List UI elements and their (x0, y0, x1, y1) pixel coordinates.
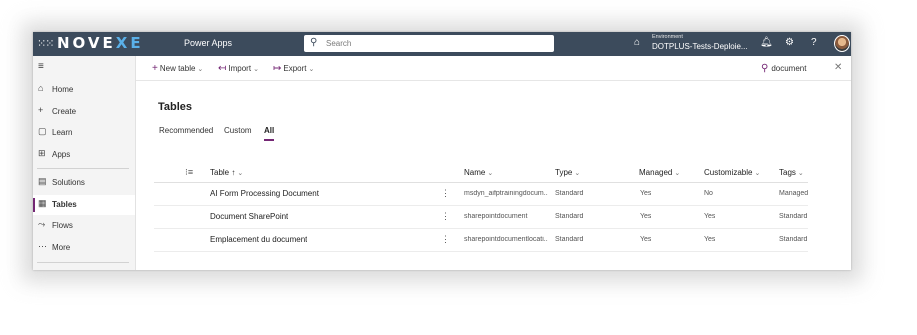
chevron-down-icon: ⌄ (253, 66, 259, 73)
sidebar-item-label: More (52, 243, 71, 252)
command-bar: + New table ⌄ ↤ Import ⌄ ↦ Export ⌄ (136, 56, 851, 81)
logical-name: msdyn_aifptrainingdocum... (464, 190, 548, 197)
bell-icon[interactable]: 🔔︎ (760, 37, 773, 48)
environment-selector[interactable]: DOTPLUS-Tests-Deploie... (652, 42, 748, 51)
import-icon: ↤ (218, 63, 227, 74)
chevron-down-icon: ⌄ (674, 170, 681, 177)
type-cell: Standard (555, 190, 584, 197)
chevron-down-icon: ⌄ (237, 170, 244, 177)
chevron-down-icon: ⌄ (754, 170, 761, 177)
plus-icon: + (38, 105, 44, 115)
search-icon: ⚲ (310, 37, 318, 48)
list-view-icon[interactable]: ⁝≡ (185, 167, 193, 178)
sidebar-item-label: Home (52, 85, 74, 94)
help-icon[interactable]: ? (811, 37, 817, 48)
tab-recommended[interactable]: Recommended (159, 126, 213, 135)
sidebar-item-label: Create (52, 107, 77, 116)
hamburger-icon[interactable]: ≡ (38, 61, 44, 72)
environment-icon: ⌂ (634, 37, 641, 48)
sidebar-item-solutions[interactable]: ▤ Solutions (33, 173, 135, 193)
type-cell: Standard (555, 213, 584, 220)
column-header-tags[interactable]: Tags ⌄ (779, 168, 804, 177)
app-name[interactable]: Power Apps (184, 38, 232, 48)
more-options-icon[interactable]: ⋮ (441, 211, 450, 222)
more-options-icon[interactable]: ⋮ (441, 234, 450, 245)
tags-cell: Managed (779, 190, 809, 197)
close-icon[interactable]: ✕ (834, 62, 842, 73)
sidebar-item-label: Learn (52, 128, 73, 137)
sidebar-divider (37, 262, 129, 263)
tags-cell: Standard (779, 236, 808, 243)
sidebar-item-more[interactable]: ⋯ More (33, 238, 135, 258)
waffle-icon[interactable]: ⁙⁙ (37, 37, 54, 50)
table-row[interactable]: Emplacement du document ⋮ sharepointdocu… (154, 229, 808, 252)
chevron-down-icon: ⌄ (797, 170, 804, 177)
main-content: Tables Recommended Custom All ⁝≡ Table ↑… (136, 81, 851, 270)
type-cell: Standard (555, 236, 584, 243)
flow-icon: ⤳ (38, 219, 46, 229)
sidebar: ≡ ⌂ Home + Create ▢ Learn ⊞ Apps ▤ Solut… (33, 56, 136, 270)
column-header-customizable[interactable]: Customizable ⌄ (704, 168, 760, 177)
home-icon: ⌂ (38, 83, 44, 93)
more-options-icon[interactable]: ⋮ (441, 188, 450, 199)
logical-name: sharepointdocument (464, 213, 528, 220)
table-search-field[interactable]: ⚲ document (761, 63, 806, 74)
page-title: Tables (158, 101, 193, 113)
table-name[interactable]: Document SharePoint (210, 212, 288, 221)
table-row[interactable]: Document SharePoint ⋮ sharepointdocument… (154, 206, 808, 229)
chevron-down-icon: ⌄ (197, 66, 204, 73)
sidebar-item-tables[interactable]: ▦ Tables (33, 195, 135, 215)
chevron-down-icon: ⌄ (487, 170, 494, 177)
column-header-name[interactable]: Name ⌄ (464, 168, 493, 177)
table-icon: ▦ (38, 198, 47, 208)
tab-all[interactable]: All (264, 126, 275, 141)
customizable-cell: Yes (704, 236, 716, 243)
sidebar-item-learn[interactable]: ▢ Learn (33, 123, 135, 143)
sidebar-item-label: Apps (52, 150, 71, 159)
column-header-type[interactable]: Type ⌄ (555, 168, 580, 177)
logo: NOVEXE (57, 34, 144, 52)
sidebar-item-label: Flows (52, 221, 73, 230)
tab-custom[interactable]: Custom (224, 126, 252, 135)
column-header-managed[interactable]: Managed ⌄ (639, 168, 680, 177)
search-input[interactable]: Search (326, 39, 351, 48)
sidebar-item-label: Tables (52, 200, 77, 209)
tags-cell: Standard (779, 213, 808, 220)
new-table-button[interactable]: + New table ⌄ (152, 63, 203, 74)
book-icon: ▢ (38, 126, 47, 136)
sidebar-divider (37, 168, 129, 169)
solutions-icon: ▤ (38, 176, 47, 186)
sidebar-item-create[interactable]: + Create (33, 102, 135, 122)
environment-label: Environment (652, 34, 683, 40)
managed-cell: Yes (640, 213, 652, 220)
customizable-cell: No (704, 190, 713, 197)
app-window: ⁙⁙ NOVEXE Power Apps ⚲ Search ⌂ Environm… (33, 32, 851, 270)
chevron-down-icon: ⌄ (574, 170, 581, 177)
export-button[interactable]: ↦ Export ⌄ (273, 63, 314, 74)
avatar[interactable] (834, 35, 850, 52)
managed-cell: Yes (640, 190, 652, 197)
column-header-table[interactable]: Table ↑ ⌄ (210, 168, 243, 177)
import-button[interactable]: ↤ Import ⌄ (218, 63, 259, 74)
customizable-cell: Yes (704, 213, 716, 220)
sidebar-item-apps[interactable]: ⊞ Apps (33, 145, 135, 165)
table-search-value[interactable]: document (771, 64, 806, 73)
top-bar: ⁙⁙ NOVEXE Power Apps ⚲ Search ⌂ Environm… (33, 32, 851, 56)
apps-icon: ⊞ (38, 148, 46, 158)
search-icon: ⚲ (761, 63, 769, 74)
managed-cell: Yes (640, 236, 652, 243)
chevron-down-icon: ⌄ (308, 66, 315, 73)
sidebar-item-flows[interactable]: ⤳ Flows (33, 216, 135, 236)
more-icon: ⋯ (38, 241, 47, 251)
logical-name: sharepointdocumentlocati... (464, 236, 548, 243)
export-icon: ↦ (273, 63, 282, 74)
search-box[interactable]: ⚲ Search (304, 35, 554, 52)
table-name[interactable]: Emplacement du document (210, 235, 307, 244)
sidebar-item-label: Solutions (52, 178, 85, 187)
table-row[interactable]: AI Form Processing Document ⋮ msdyn_aifp… (154, 183, 808, 206)
table-name[interactable]: AI Form Processing Document (210, 189, 319, 198)
plus-icon: + (152, 63, 158, 74)
gear-icon[interactable]: ⚙ (785, 37, 794, 48)
sidebar-item-home[interactable]: ⌂ Home (33, 80, 135, 100)
